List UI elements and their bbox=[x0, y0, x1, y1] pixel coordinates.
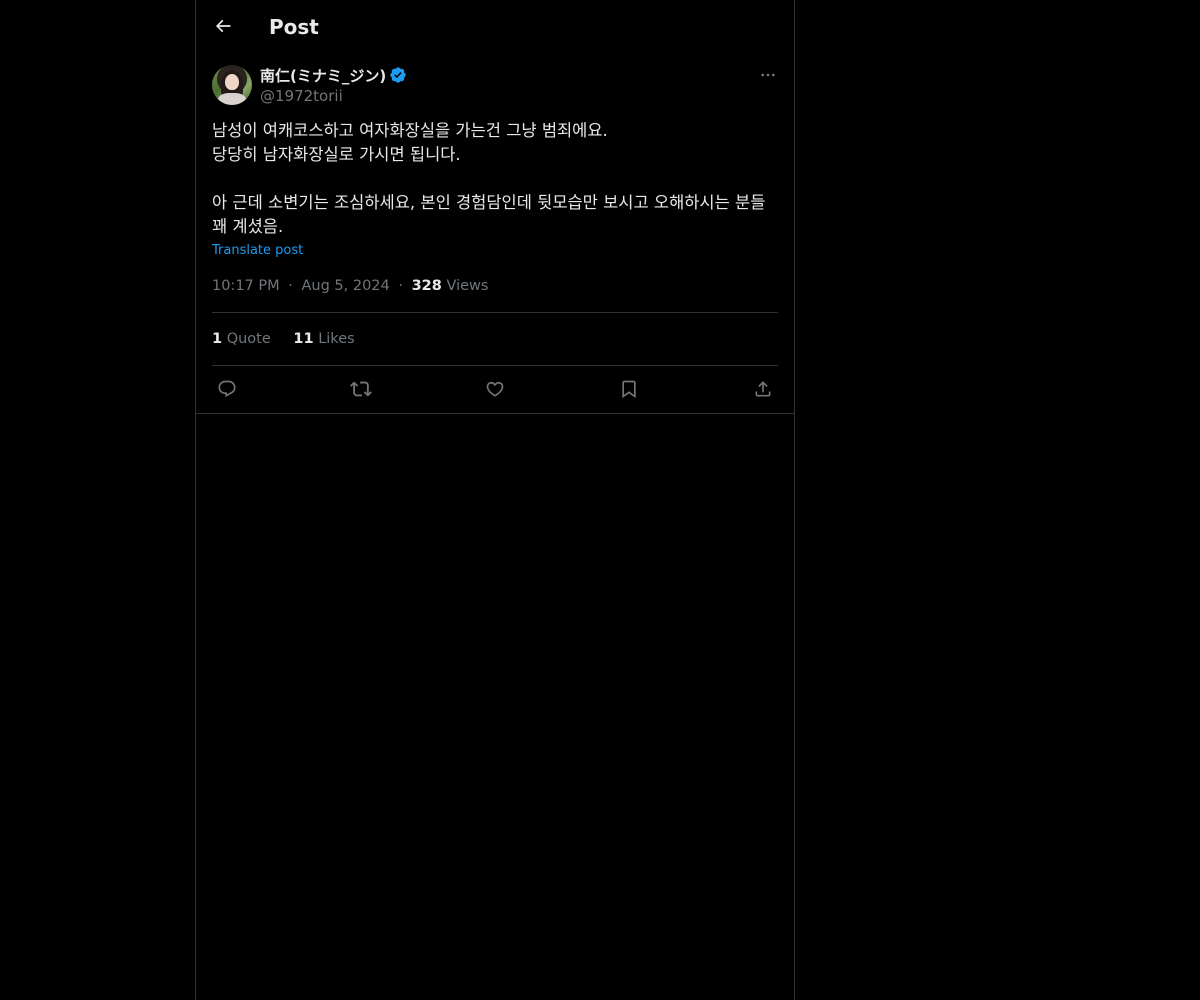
share-icon bbox=[755, 381, 771, 397]
divider bbox=[212, 365, 778, 366]
verified-badge-icon[interactable] bbox=[389, 66, 407, 84]
divider bbox=[212, 312, 778, 313]
meta-separator: · bbox=[288, 278, 293, 294]
post-time[interactable]: 10:17 PM bbox=[212, 278, 280, 294]
back-button[interactable] bbox=[208, 11, 238, 41]
action-bar bbox=[212, 374, 778, 404]
bookmark-button[interactable] bbox=[614, 374, 644, 404]
author-display-name[interactable]: 南仁(ミナミ_ジン) bbox=[260, 65, 386, 86]
quotes-label: Quote bbox=[226, 331, 271, 347]
likes-stat[interactable]: 11 Likes bbox=[293, 329, 354, 349]
like-icon bbox=[486, 381, 504, 397]
more-dots-icon bbox=[761, 73, 775, 77]
quotes-stat[interactable]: 1 Quote bbox=[212, 329, 271, 349]
like-button[interactable] bbox=[480, 374, 510, 404]
post-header: Post bbox=[196, 0, 794, 53]
reply-button[interactable] bbox=[212, 374, 242, 404]
quotes-count: 1 bbox=[212, 331, 223, 347]
post-metadata: 10:17 PM · Aug 5, 2024 · 328 Views bbox=[212, 276, 488, 296]
views-label: Views bbox=[446, 278, 489, 294]
post-bottom-border bbox=[196, 413, 794, 414]
avatar-face bbox=[225, 74, 239, 90]
likes-count: 11 bbox=[293, 331, 314, 347]
more-options-button[interactable] bbox=[758, 64, 778, 86]
author-name-block: 南仁(ミナミ_ジン) @1972torii bbox=[260, 64, 407, 106]
post-column: Post 南仁(ミナミ_ジン) @1972torii 남성이 여캐코스하고 여자… bbox=[195, 0, 795, 1000]
bookmark-icon bbox=[622, 380, 636, 399]
views-count: 328 bbox=[411, 278, 442, 294]
engagement-stats: 1 Quote 11 Likes bbox=[212, 329, 373, 349]
translate-post-link[interactable]: Translate post bbox=[212, 242, 303, 260]
meta-separator: · bbox=[398, 278, 403, 294]
author-handle[interactable]: @1972torii bbox=[260, 86, 407, 106]
author-row: 南仁(ミナミ_ジン) @1972torii bbox=[212, 64, 778, 106]
avatar[interactable] bbox=[212, 65, 252, 105]
share-button[interactable] bbox=[748, 374, 778, 404]
arrow-left-icon bbox=[215, 19, 231, 33]
page-title: Post bbox=[269, 15, 319, 39]
likes-label: Likes bbox=[318, 331, 355, 347]
reply-icon bbox=[218, 380, 236, 398]
avatar-body bbox=[218, 93, 246, 105]
post-text: 남성이 여캐코스하고 여자화장실을 가는건 그냥 범죄에요. 당당히 남자화장실… bbox=[212, 121, 766, 236]
repost-button[interactable] bbox=[346, 374, 376, 404]
repost-icon bbox=[350, 381, 372, 397]
post-date[interactable]: Aug 5, 2024 bbox=[301, 278, 389, 294]
display-name-row: 南仁(ミナミ_ジン) bbox=[260, 64, 407, 86]
